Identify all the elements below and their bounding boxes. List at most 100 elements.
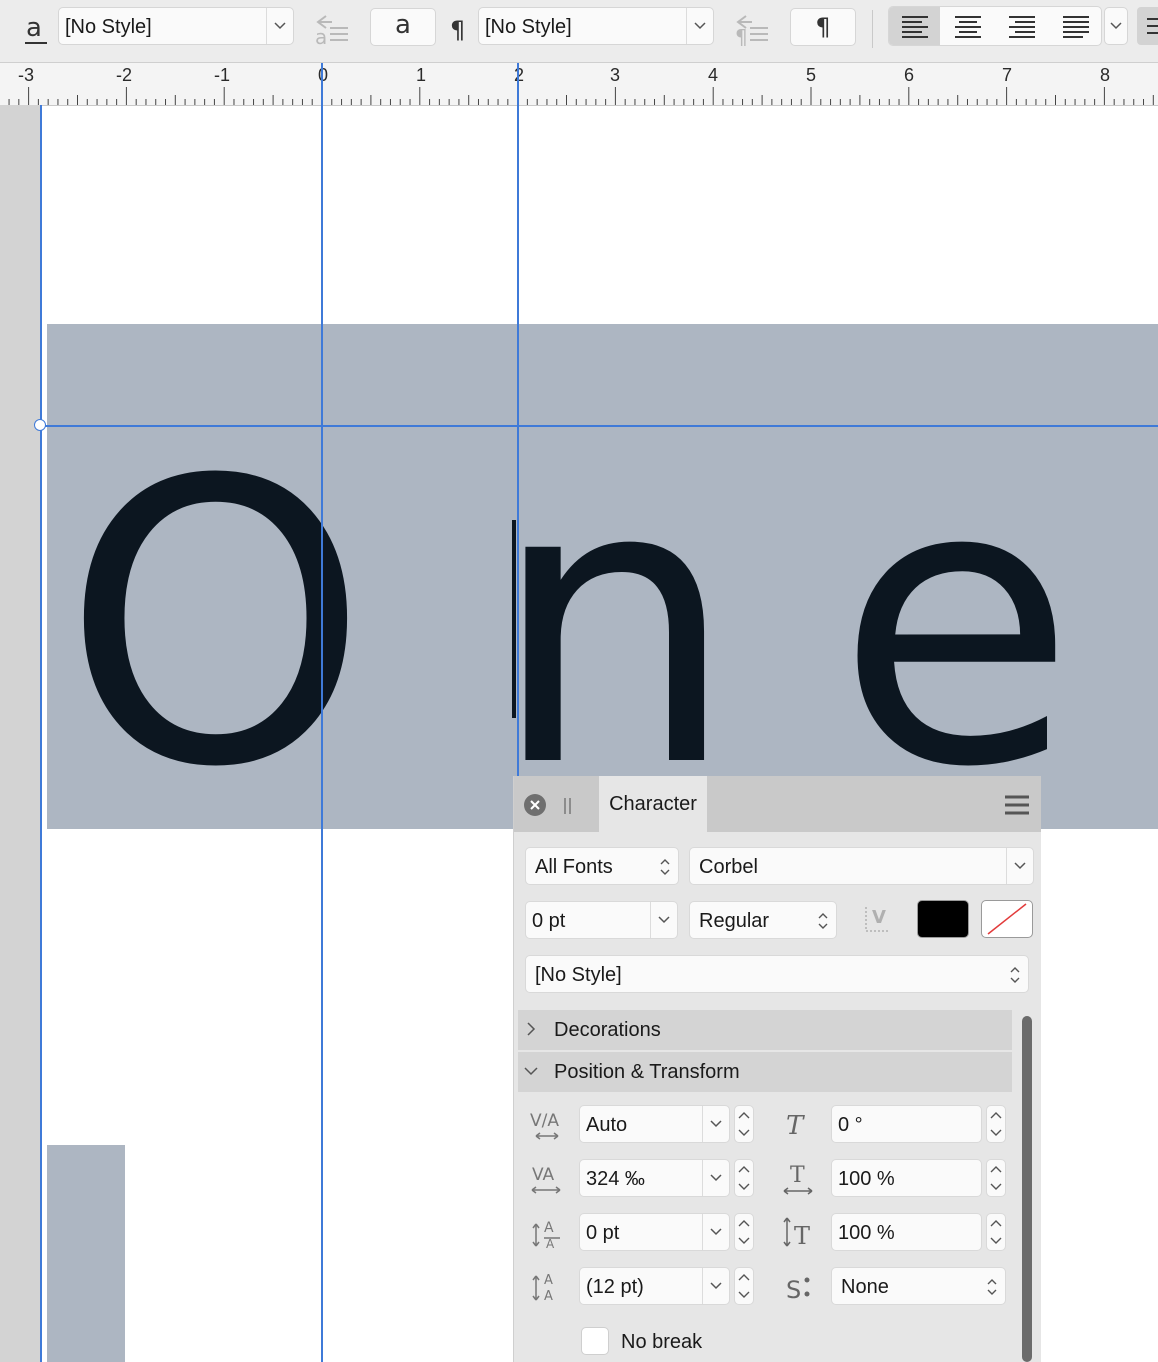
font-style-value: Regular: [699, 910, 770, 932]
chevron-down-icon: [1006, 848, 1033, 884]
panel-menu-icon[interactable]: [1004, 794, 1030, 816]
font-collection-value: All Fonts: [535, 856, 613, 878]
font-size-field[interactable]: 0 pt: [525, 901, 678, 939]
variable-font-icon[interactable]: V: [862, 903, 894, 935]
shape-block[interactable]: [47, 1145, 125, 1362]
character-panel-button[interactable]: a: [370, 8, 436, 46]
shear-stepper[interactable]: [986, 1105, 1006, 1143]
svg-text:T: T: [794, 1222, 810, 1250]
horizontal-ruler[interactable]: -3 -2 -1 0 1 2 3 4 5 6 7 8: [0, 63, 1158, 106]
baseline-shift-value: 0 pt: [586, 1222, 620, 1244]
shear-field[interactable]: 0 °: [831, 1105, 982, 1143]
baseline-shift-field[interactable]: 0 pt: [579, 1213, 730, 1251]
paragraph-panel-button[interactable]: ¶: [790, 8, 856, 46]
context-toolbar: a [No Style] a a ¶ [No Style] ¶ ¶: [0, 0, 1158, 63]
font-style-select[interactable]: Regular: [689, 901, 837, 939]
text-stroke-color-swatch[interactable]: [981, 900, 1033, 938]
paragraph-style-icon: ¶: [448, 12, 470, 44]
text-fill-color-swatch[interactable]: [917, 900, 969, 938]
vertical-scale-icon: T: [780, 1160, 816, 1196]
chevron-down-icon: [650, 902, 677, 938]
script-value: None: [841, 1276, 889, 1298]
alignment-options-dropdown[interactable]: [1104, 7, 1128, 45]
guide-origin-handle[interactable]: [34, 419, 46, 431]
horizontal-scale-field[interactable]: 100 %: [831, 1213, 982, 1251]
chevron-down-icon: [686, 8, 713, 44]
vertical-scale-stepper[interactable]: [986, 1159, 1006, 1197]
pasteboard-gutter: [0, 105, 40, 1362]
chevron-down-icon: [524, 1067, 538, 1076]
svg-text:¶: ¶: [735, 25, 748, 48]
drag-handle-icon[interactable]: [562, 796, 572, 816]
font-collection-select[interactable]: All Fonts: [525, 847, 679, 885]
character-style-dropdown[interactable]: [No Style]: [58, 7, 294, 45]
guide-vertical[interactable]: [321, 63, 323, 1362]
svg-text:T: T: [786, 1111, 805, 1141]
toolbar-divider: [872, 10, 873, 48]
leading-field[interactable]: (12 pt): [579, 1267, 730, 1305]
justify-button[interactable]: [1050, 7, 1102, 45]
updown-chevron-icon: [660, 859, 670, 875]
chevron-down-icon: [702, 1214, 729, 1250]
script-select[interactable]: None: [831, 1267, 1006, 1305]
no-break-checkbox[interactable]: [581, 1327, 609, 1355]
no-break-label: No break: [621, 1331, 703, 1353]
text-glyph-o: O: [62, 398, 369, 852]
svg-text:VA: VA: [532, 1165, 555, 1185]
leading-value: (12 pt): [586, 1276, 644, 1298]
updown-chevron-icon: [1010, 967, 1020, 983]
svg-text:V/A: V/A: [530, 1111, 559, 1131]
guide-vertical[interactable]: [40, 105, 42, 1362]
close-icon[interactable]: [524, 794, 546, 816]
svg-text:a: a: [26, 13, 42, 43]
baseline-shift-stepper[interactable]: [734, 1213, 754, 1251]
vertical-scale-field[interactable]: 100 %: [831, 1159, 982, 1197]
chevron-down-icon: [1110, 17, 1122, 35]
kerning-stepper[interactable]: [734, 1105, 754, 1143]
ruler-label: 4: [708, 65, 719, 85]
horizontal-scale-stepper[interactable]: [986, 1213, 1006, 1251]
ruler-label: 2: [514, 65, 525, 85]
ruler-label: -3: [18, 65, 35, 85]
chevron-down-icon: [266, 8, 293, 44]
text-style-value: [No Style]: [535, 964, 622, 986]
tracking-field[interactable]: 324 ‰: [579, 1159, 730, 1197]
paragraph-style-dropdown[interactable]: [No Style]: [478, 7, 714, 45]
ruler-label: 0: [318, 65, 329, 85]
ruler-label: -2: [116, 65, 133, 85]
character-panel: Character All Fonts Corbel 0 pt Regular …: [513, 776, 1041, 1362]
font-family-dropdown[interactable]: Corbel: [689, 847, 1034, 885]
text-style-select[interactable]: [No Style]: [525, 955, 1029, 993]
section-position-transform[interactable]: Position & Transform: [518, 1052, 1012, 1092]
tab-character[interactable]: Character: [599, 776, 707, 832]
svg-text:V: V: [872, 907, 886, 928]
baseline-shift-icon: AA: [528, 1214, 564, 1251]
more-toolbar-button[interactable]: [1137, 7, 1158, 45]
align-left-button[interactable]: [889, 7, 940, 45]
panel-tab-bar: Character: [514, 776, 1041, 832]
svg-text:A: A: [546, 1237, 555, 1250]
guide-horizontal[interactable]: [40, 425, 1158, 427]
tracking-icon: VA: [528, 1160, 564, 1196]
panel-scrollbar[interactable]: [1022, 1016, 1032, 1362]
text-caret: [512, 520, 516, 718]
align-center-button[interactable]: [942, 7, 994, 45]
leading-stepper[interactable]: [734, 1267, 754, 1305]
chevron-down-icon: [702, 1106, 729, 1142]
clear-paragraph-formatting-icon[interactable]: ¶: [732, 10, 772, 49]
clear-character-formatting-icon[interactable]: a: [312, 10, 352, 49]
text-glyph-n: n: [490, 398, 738, 852]
align-right-button[interactable]: [996, 7, 1048, 45]
tracking-stepper[interactable]: [734, 1159, 754, 1197]
font-size-value: 0 pt: [532, 910, 566, 932]
ruler-label: 7: [1002, 65, 1013, 85]
script-icon: S: [780, 1268, 816, 1304]
vertical-scale-value: 100 %: [838, 1168, 895, 1190]
text-glyph-e: e: [836, 398, 1076, 852]
ruler-label: 8: [1100, 65, 1111, 85]
shear-icon: T: [780, 1106, 816, 1142]
svg-text:a: a: [315, 25, 327, 48]
kerning-field[interactable]: Auto: [579, 1105, 730, 1143]
section-decorations[interactable]: Decorations: [518, 1010, 1012, 1050]
ruler-label: 1: [416, 65, 427, 85]
